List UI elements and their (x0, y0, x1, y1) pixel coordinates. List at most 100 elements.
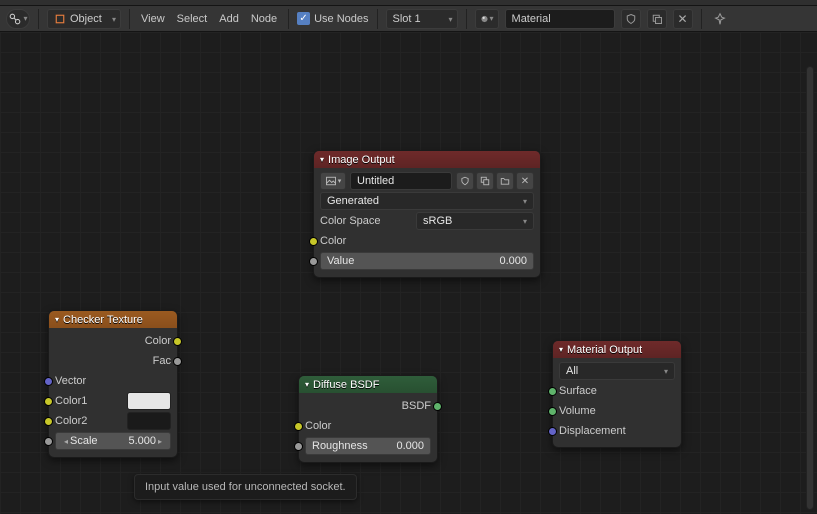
socket-input-color2: Color2 (55, 411, 171, 431)
menu-select[interactable]: Select (174, 13, 211, 25)
socket-dot[interactable] (433, 402, 442, 411)
menu-add[interactable]: Add (216, 13, 242, 25)
socket-output-color: Color (55, 331, 171, 351)
socket-output-fac: Fac (55, 351, 171, 371)
node-header[interactable]: ▾ Checker Texture (49, 311, 177, 328)
pin-button[interactable] (710, 9, 730, 29)
socket-input-volume: Volume (559, 401, 675, 421)
mode-selector[interactable]: Object ▾ (47, 9, 121, 29)
close-icon: ✕ (521, 176, 529, 187)
menu-view[interactable]: View (138, 13, 168, 25)
collapse-triangle-icon: ▾ (559, 345, 563, 354)
new-material-button[interactable] (647, 9, 667, 29)
node-image-output[interactable]: ▾ Image Output ▾ Untitled ✕ Generate (313, 150, 541, 278)
node-header[interactable]: ▾ Image Output (314, 151, 540, 168)
node-material-output[interactable]: ▾ Material Output All ▾ Surface Volume D… (552, 340, 682, 448)
socket-dot[interactable] (173, 337, 182, 346)
tooltip: Input value used for unconnected socket. (134, 474, 357, 500)
material-browse-button[interactable]: ▾ (475, 9, 499, 29)
node-links (0, 32, 300, 182)
image-source-select[interactable]: Generated ▾ (320, 192, 534, 210)
image-icon (325, 175, 337, 187)
socket-dot[interactable] (548, 387, 557, 396)
image-browse-row: ▾ Untitled ✕ (320, 171, 534, 191)
node-title: Diffuse BSDF (313, 379, 379, 391)
node-editor-toolbar: ▾ Object ▾ View Select Add Node ✓ Use No… (0, 6, 817, 32)
use-nodes-checkbox[interactable]: ✓ Use Nodes (297, 12, 368, 25)
scrollbar-thumb[interactable] (806, 66, 814, 510)
socket-dot[interactable] (44, 417, 53, 426)
shield-icon (625, 13, 637, 25)
node-diffuse-bsdf[interactable]: ▾ Diffuse BSDF BSDF Color Roughness 0.00… (298, 375, 438, 463)
collapse-triangle-icon: ▾ (55, 315, 59, 324)
socket-dot[interactable] (44, 437, 53, 446)
node-header[interactable]: ▾ Diffuse BSDF (299, 376, 437, 393)
color2-swatch[interactable] (127, 412, 171, 430)
socket-dot[interactable] (309, 257, 318, 266)
collapse-triangle-icon: ▾ (320, 155, 324, 164)
separator (466, 9, 467, 29)
editor-type-button[interactable]: ▾ (6, 9, 30, 29)
separator (38, 9, 39, 29)
node-checker-texture[interactable]: ▾ Checker Texture Color Fac Vector Color… (48, 310, 178, 458)
separator (288, 9, 289, 29)
shield-icon (460, 176, 470, 186)
new-image-button[interactable] (476, 172, 494, 190)
close-icon: ✕ (678, 12, 688, 26)
increment-arrow-icon[interactable]: ▸ (156, 437, 164, 446)
roughness-input[interactable]: Roughness 0.000 (305, 437, 431, 455)
separator (129, 9, 130, 29)
open-image-button[interactable] (496, 172, 514, 190)
node-canvas[interactable]: ▾ Checker Texture Color Fac Vector Color… (0, 32, 817, 514)
chevron-down-icon: ▾ (664, 367, 668, 376)
chevron-down-icon: ▾ (490, 14, 494, 23)
socket-dot[interactable] (548, 427, 557, 436)
chevron-down-icon: ▾ (112, 15, 116, 24)
socket-input-color: Color (320, 231, 534, 251)
fake-user-button[interactable] (456, 172, 474, 190)
unlink-material-button[interactable]: ✕ (673, 9, 693, 29)
roughness-row: Roughness 0.000 (305, 436, 431, 456)
slot-selector[interactable]: Slot 1 ▾ (386, 9, 458, 29)
socket-output-bsdf: BSDF (305, 396, 431, 416)
collapse-triangle-icon: ▾ (305, 380, 309, 389)
folder-icon (500, 176, 510, 186)
target-select[interactable]: All ▾ (559, 362, 675, 380)
target-row: All ▾ (559, 361, 675, 381)
socket-dot[interactable] (294, 442, 303, 451)
socket-dot[interactable] (294, 422, 303, 431)
socket-dot[interactable] (44, 377, 53, 386)
scale-input[interactable]: ◂ Scale 5.000 ▸ (55, 432, 171, 450)
node-title: Image Output (328, 154, 395, 166)
socket-dot[interactable] (44, 397, 53, 406)
chevron-down-icon: ▾ (523, 217, 527, 226)
fake-user-button[interactable] (621, 9, 641, 29)
node-header[interactable]: ▾ Material Output (553, 341, 681, 358)
node-title: Checker Texture (63, 314, 143, 326)
pin-icon (713, 12, 727, 26)
socket-dot[interactable] (548, 407, 557, 416)
chevron-down-icon: ▾ (449, 15, 453, 24)
socket-dot[interactable] (173, 357, 182, 366)
socket-dot[interactable] (309, 237, 318, 246)
socket-input-displacement: Displacement (559, 421, 675, 441)
menu-node[interactable]: Node (248, 13, 280, 25)
separator (701, 9, 702, 29)
socket-input-color1: Color1 (55, 391, 171, 411)
colorspace-select[interactable]: sRGB ▾ (416, 212, 534, 230)
image-source-row: Generated ▾ (320, 191, 534, 211)
unlink-image-button[interactable]: ✕ (516, 172, 534, 190)
color1-swatch[interactable] (127, 392, 171, 410)
chevron-down-icon: ▾ (338, 177, 342, 185)
value-input[interactable]: Value 0.000 (320, 252, 534, 270)
mode-label: Object (70, 13, 102, 25)
decrement-arrow-icon[interactable]: ◂ (62, 437, 70, 446)
node-title: Material Output (567, 344, 642, 356)
socket-input-surface: Surface (559, 381, 675, 401)
vertical-scrollbar[interactable] (805, 66, 815, 510)
separator (377, 9, 378, 29)
image-browse-button[interactable]: ▾ (320, 172, 346, 190)
material-name-input[interactable] (505, 9, 615, 29)
slot-label: Slot 1 (393, 13, 421, 25)
image-name-input[interactable]: Untitled (350, 172, 452, 190)
